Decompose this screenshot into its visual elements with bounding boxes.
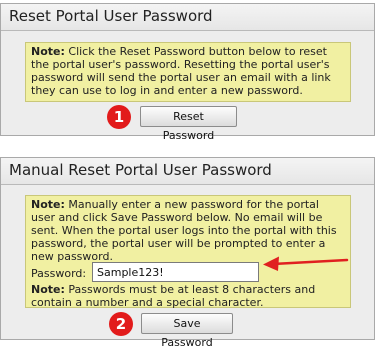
manual-note2-text: Passwords must be at least 8 characters … (31, 283, 316, 309)
pointer-arrow-icon (263, 256, 349, 271)
manual-note2-label: Note: (31, 283, 65, 296)
reset-panel-title: Reset Portal User Password (1, 4, 374, 31)
reset-password-panel: Reset Portal User Password Note: Click t… (0, 3, 375, 142)
manual-panel-title: Manual Reset Portal User Password (1, 158, 374, 185)
manual-note-label: Note: (31, 198, 65, 211)
password-label: Password: (31, 267, 87, 280)
reset-note-text: Click the Reset Password button below to… (31, 45, 331, 97)
reset-password-button[interactable]: Reset Password (140, 106, 237, 142)
manual-reset-panel: Manual Reset Portal User Password Note: … (0, 157, 375, 349)
save-password-button[interactable]: Save Password (141, 313, 233, 349)
password-input[interactable] (92, 262, 259, 282)
step-1-badge: 1 (107, 105, 131, 129)
manual-note: Note: Manually enter a new password for … (25, 195, 351, 309)
reset-note-label: Note: (31, 45, 65, 58)
step-2-badge: 2 (109, 312, 133, 336)
reset-note: Note: Click the Reset Password button be… (25, 42, 351, 102)
